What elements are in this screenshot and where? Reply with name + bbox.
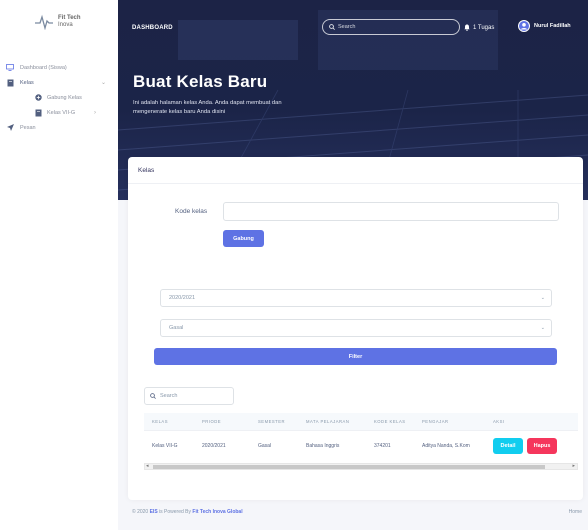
cell-kelas: Kelas VII-G (152, 443, 178, 449)
sidebar-item-kelas-vii-g[interactable]: Kelas VII-G › (0, 105, 118, 120)
cell-pengajar: Aditya Nanda, S.Kom (422, 443, 470, 449)
semester-select[interactable]: Gasal ⌄ (160, 319, 552, 337)
year-select-value: 2020/2021 (169, 295, 195, 301)
card-title: Kelas (128, 157, 583, 184)
sidebar-item-gabung-kelas[interactable]: Gabung Kelas (0, 90, 118, 105)
page-title: Buat Kelas Baru (133, 72, 268, 91)
top-navbar: DASHBOARD Search 1 Tugas Nurul Fadillah (118, 0, 588, 42)
horizontal-scrollbar[interactable]: ◂ ▸ (144, 463, 578, 470)
sidebar-item-label: Kelas (20, 79, 34, 86)
search-placeholder: Search (338, 24, 356, 30)
sidebar: Fit Tech Inova Dashboard (Siswa) Kelas ⌄… (0, 0, 118, 530)
filter-button[interactable]: Filter (154, 348, 557, 365)
semester-select-value: Gasal (169, 325, 184, 331)
table-search-input[interactable]: Search (144, 387, 234, 405)
scroll-left-arrow-icon[interactable]: ◂ (146, 463, 149, 469)
tugas-label: 1 Tugas (473, 24, 495, 31)
logo-line2: Inova (58, 22, 73, 28)
column-header[interactable]: MATA PELAJARAN (306, 419, 374, 424)
detail-button[interactable]: Detail (493, 438, 523, 454)
bell-icon (464, 24, 470, 31)
sidebar-item-label: Dashboard (Siswa) (20, 64, 67, 71)
tugas-notification[interactable]: 1 Tugas (464, 24, 494, 31)
kelas-table: KELAS PRIODE SEMESTER MATA PELAJARAN KOD… (144, 413, 578, 461)
table-search-placeholder: Search (160, 393, 178, 399)
join-class-form: Kode kelas Gabung (145, 195, 572, 265)
plus-circle-icon (34, 94, 42, 102)
column-header[interactable]: AKSI (493, 419, 578, 424)
navbar-brand[interactable]: DASHBOARD (132, 25, 173, 31)
user-menu[interactable]: Nurul Fadillah (518, 20, 571, 32)
search-input[interactable]: Search (322, 19, 460, 35)
hapus-button[interactable]: Hapus (527, 438, 557, 454)
column-header[interactable]: PENGAJAR (422, 419, 493, 424)
chevron-down-icon: ⌄ (540, 295, 545, 301)
sidebar-item-dashboard[interactable]: Dashboard (Siswa) (0, 60, 118, 75)
cell-semester: Gasal (258, 443, 272, 449)
scrollbar-thumb[interactable] (153, 465, 545, 469)
sidebar-item-kelas[interactable]: Kelas ⌄ (0, 75, 118, 90)
book-icon (6, 79, 14, 87)
cell-aksi: Detail Hapus (493, 438, 578, 454)
footer-eis-link[interactable]: EIS (150, 509, 158, 515)
kode-kelas-label: Kode kelas (175, 208, 208, 215)
chevron-right-icon: › (94, 109, 96, 116)
footer-copyright: © 2020 (132, 509, 149, 515)
search-icon (329, 24, 335, 30)
user-name: Nurul Fadillah (534, 23, 571, 29)
kelas-card: Kelas Kode kelas Gabung 2020/2021 ⌄ Gasa… (128, 157, 583, 500)
cell-kode-kelas: 374201 (374, 443, 391, 449)
user-icon (519, 21, 529, 31)
year-select[interactable]: 2020/2021 ⌄ (160, 289, 552, 307)
footer-company-link[interactable]: Fit Tech Inova Global (192, 509, 242, 515)
monitor-icon (6, 64, 14, 72)
logo-line1: Fit Tech (58, 15, 81, 21)
footer: © 2020 EIS is Powered By Fit Tech Inova … (132, 509, 243, 515)
column-header[interactable]: PRIODE (202, 419, 258, 424)
sidebar-item-label: Gabung Kelas (47, 94, 82, 101)
main-content: DASHBOARD Search 1 Tugas Nurul Fadillah … (118, 0, 588, 530)
gabung-button[interactable]: Gabung (223, 230, 264, 247)
send-icon (6, 124, 14, 132)
table-header: KELAS PRIODE SEMESTER MATA PELAJARAN KOD… (144, 413, 578, 431)
book-icon (34, 109, 42, 117)
kode-kelas-input[interactable] (223, 202, 559, 221)
column-header[interactable]: KODE KELAS (374, 419, 422, 424)
avatar (518, 20, 530, 32)
search-icon (150, 393, 156, 399)
sidebar-nav: Dashboard (Siswa) Kelas ⌄ Gabung Kelas K… (0, 60, 118, 135)
sidebar-item-label: Kelas VII-G (47, 109, 76, 116)
logo[interactable]: Fit Tech Inova (34, 14, 81, 30)
cell-priode: 2020/2021 (202, 443, 226, 449)
footer-powered: is Powered By (159, 509, 192, 515)
sidebar-item-pesan[interactable]: Pesan (0, 120, 118, 135)
logo-mark-icon (35, 14, 53, 30)
column-header[interactable]: KELAS (144, 419, 202, 424)
scroll-right-arrow-icon[interactable]: ▸ (572, 463, 575, 469)
column-header[interactable]: SEMESTER (258, 419, 306, 424)
logo-text: Fit Tech Inova (58, 15, 81, 29)
chevron-down-icon: ⌄ (540, 325, 545, 331)
table-row: Kelas VII-G 2020/2021 Gasal Bahasa Inggr… (144, 431, 578, 461)
page-description: Ini adalah halaman kelas Anda. Anda dapa… (133, 100, 282, 115)
chevron-down-icon: ⌄ (100, 80, 106, 86)
cell-mata-pelajaran: Bahasa Inggris (306, 443, 340, 449)
footer-home-link[interactable]: Home (569, 509, 582, 515)
filter-form: 2020/2021 ⌄ Gasal ⌄ Filter (145, 274, 572, 374)
sidebar-item-label: Pesan (20, 124, 36, 131)
